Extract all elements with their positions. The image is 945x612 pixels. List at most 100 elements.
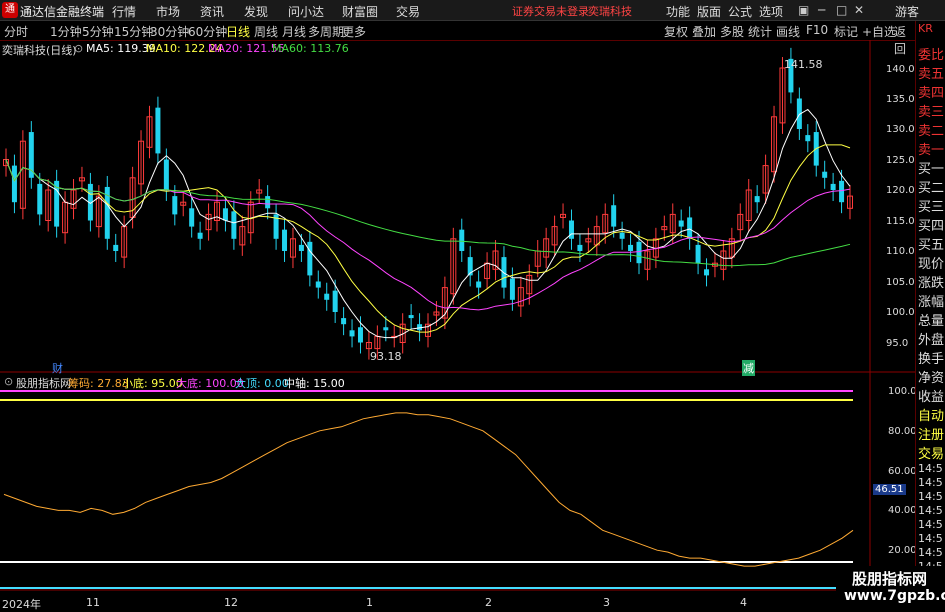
side-label-15: 外盘 <box>918 333 945 348</box>
side-label-6: 买一 <box>918 162 945 177</box>
side-label-20[interactable]: 注册 <box>918 424 944 443</box>
candle-body <box>265 196 271 209</box>
side-label-24: 14:5 <box>918 490 943 503</box>
candle-body <box>459 229 465 251</box>
candle-body <box>619 232 625 239</box>
finance-marker[interactable]: 财 <box>52 360 63 376</box>
candle-body <box>332 290 338 312</box>
xtick-nov: 11 <box>86 596 100 609</box>
side-label-11: 现价 <box>918 257 945 272</box>
candle-body <box>37 183 43 215</box>
candle-body <box>113 244 119 251</box>
side-label-28: 14:5 <box>918 546 943 559</box>
side-label-25: 14:5 <box>918 504 943 517</box>
side-label-10: 买五 <box>918 238 945 253</box>
xtick-feb: 2 <box>485 596 492 609</box>
ind-ytick-20: 20.00 <box>888 545 917 556</box>
xtick-mar: 3 <box>603 596 610 609</box>
indicator-small-bottom: 小底: 95.00 <box>122 377 183 390</box>
candle-body <box>197 232 203 239</box>
side-label-19[interactable]: 自动 <box>918 405 944 424</box>
side-label-7: 买二 <box>918 181 945 196</box>
side-label-17: 净资 <box>918 371 945 386</box>
candle-body <box>636 241 642 264</box>
candle-body <box>822 171 828 178</box>
indicator-axis: 中轴: 15.00 <box>284 377 345 390</box>
ytick-100: 100.0 <box>886 307 915 318</box>
side-label-14: 总量 <box>918 314 945 329</box>
chip-line <box>3 412 854 567</box>
candle-body <box>678 220 684 227</box>
ytick-95: 95.0 <box>886 338 909 349</box>
candle-body <box>383 327 389 331</box>
candle-body <box>172 196 178 215</box>
indicator-chip: 筹码: 27.83 <box>68 377 129 390</box>
candle-body <box>315 281 321 288</box>
chart-canvas[interactable] <box>0 0 945 609</box>
side-label-12: 涨跌 <box>918 276 945 291</box>
candle-body <box>231 211 237 239</box>
indicator-toggle-icon[interactable]: ⊙ <box>4 375 13 388</box>
high-price-label: 141.58 <box>784 58 823 71</box>
ytick-125: 125.0 <box>886 155 915 166</box>
indicator-big-bottom: 大底: 100.00 <box>176 377 244 390</box>
candle-body <box>509 278 515 300</box>
candle-body <box>408 315 414 319</box>
candle-body <box>695 244 701 264</box>
side-label-4: 卖二 <box>918 124 945 139</box>
indicator-lines <box>0 390 854 589</box>
candle-body <box>687 217 693 239</box>
side-label-0: 委比 <box>918 48 945 63</box>
candle-body <box>805 135 811 142</box>
candle-body <box>298 244 304 251</box>
ytick-115: 115.0 <box>886 216 915 227</box>
candle-body <box>155 107 161 154</box>
candle-body <box>282 229 288 251</box>
ytick-105: 105.0 <box>886 277 915 288</box>
side-label-1: 卖五 <box>918 67 945 82</box>
candlestick-series <box>3 47 853 360</box>
cursor-value-badge: 46.51 <box>873 484 906 495</box>
ind-ytick-60: 60.00 <box>888 466 917 477</box>
ytick-140: 140.0 <box>886 64 915 75</box>
candle-body <box>189 208 195 227</box>
indicator-title: 股朋指标网 <box>16 377 71 390</box>
side-label-21[interactable]: 交易 <box>918 443 944 462</box>
candle-body <box>349 330 355 337</box>
candle-body <box>222 208 228 221</box>
candle-body <box>577 244 583 251</box>
candle-body <box>830 183 836 190</box>
xtick-year: 2024年 <box>2 598 41 611</box>
candle-body <box>611 205 617 227</box>
side-label-9: 买四 <box>918 219 945 234</box>
side-label-8: 买三 <box>918 200 945 215</box>
candle-body <box>628 244 634 251</box>
ytick-130: 130.0 <box>886 124 915 135</box>
candle-body <box>704 269 710 276</box>
candle-body <box>357 327 363 343</box>
low-price-label: 93.18 <box>370 350 402 363</box>
ytick-135: 135.0 <box>886 94 915 105</box>
candle-body <box>324 293 330 300</box>
watermark: 股朋指标网 www.7gpzb.com <box>836 566 945 609</box>
side-label-13: 涨幅 <box>918 295 945 310</box>
side-label-2: 卖四 <box>918 86 945 101</box>
side-label-26: 14:5 <box>918 518 943 531</box>
candle-body <box>476 281 482 288</box>
candle-body <box>341 318 347 325</box>
side-label-18: 收益 <box>918 390 945 405</box>
side-label-22: 14:5 <box>918 462 943 475</box>
ind-ytick-100: 100.0 <box>888 386 917 397</box>
side-code: KR <box>918 22 933 35</box>
candle-body <box>839 180 845 203</box>
watermark-line2: www.7gpzb.com <box>844 588 945 604</box>
side-label-16: 换手 <box>918 352 945 367</box>
indicator-big-top: 大顶: 0.00 <box>235 377 289 390</box>
candle-body <box>307 241 313 276</box>
ind-ytick-40: 40.00 <box>888 505 917 516</box>
xtick-apr: 4 <box>740 596 747 609</box>
candle-body <box>163 159 169 190</box>
reduce-marker[interactable]: 减 <box>742 360 755 376</box>
side-label-5: 卖一 <box>918 143 945 158</box>
candle-body <box>11 165 17 203</box>
